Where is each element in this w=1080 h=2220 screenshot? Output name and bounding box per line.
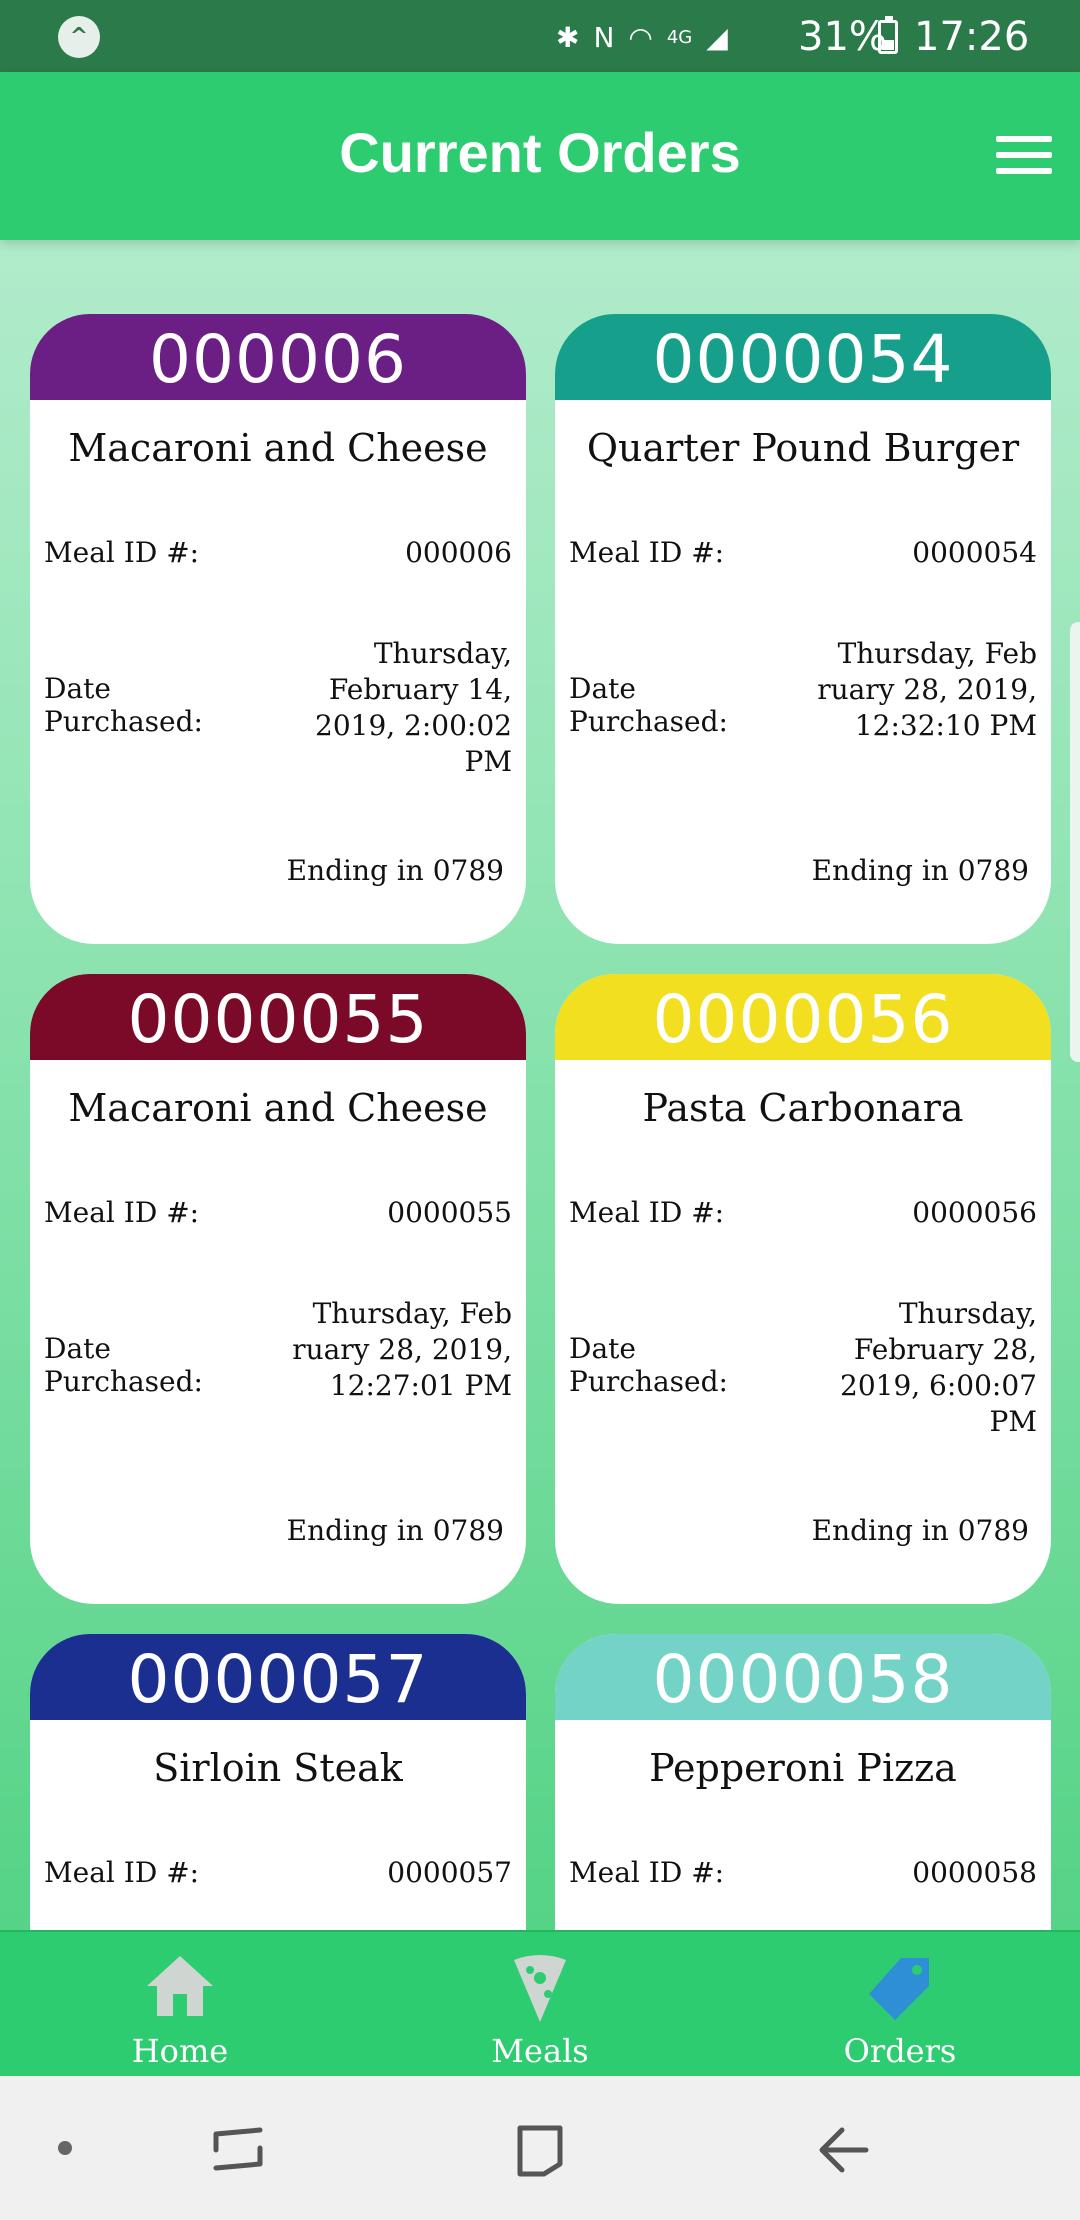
date-value: Thursday, Feb ruary 28, 2019, 12:27:01 P… [275, 1296, 512, 1404]
date-line: 12:27:01 PM [329, 1369, 512, 1402]
meal-id-label: Meal ID #: [44, 1196, 200, 1229]
date-value: Thursday, February 14, 2019, 2:00:02 PM [275, 636, 512, 780]
date-line: February 14, [328, 673, 512, 706]
system-navigation-bar [0, 2076, 1080, 2220]
date-line: ruary 28, 2019, [292, 1333, 512, 1366]
page-title: Current Orders [339, 121, 741, 184]
app-header: Current Orders [0, 72, 1080, 240]
meal-name: Sirloin Steak [153, 1746, 403, 1790]
back-icon[interactable] [816, 2124, 872, 2176]
clock: 17:26 [914, 14, 1030, 60]
meal-name: Macaroni and Cheese [68, 1086, 488, 1130]
orders-list[interactable]: 000006 Macaroni and Cheese Meal ID #: 00… [0, 240, 1080, 1930]
signal-icon: ◢ [706, 20, 728, 54]
order-card[interactable]: 0000057 Sirloin Steak Meal ID #: 0000057 [30, 1634, 526, 1930]
status-bar: ^ ✱ N ◠ 4G ◢ 31% 17:26 [0, 0, 1080, 72]
date-value: Thursday, February 28, 2019, 6:00:07 PM [800, 1296, 1037, 1440]
meal-id-value: 0000056 [912, 1196, 1037, 1229]
date-value: Thursday, Feb ruary 28, 2019, 12:32:10 P… [800, 636, 1037, 744]
nav-home-label: Home [131, 2032, 229, 2070]
bottom-navigation: Home Meals Orders [0, 1930, 1080, 2076]
wifi-icon: ◠ [628, 20, 653, 54]
card-ending: Ending in 0789 [811, 1514, 1029, 1547]
nav-orders-label: Orders [843, 2032, 957, 2070]
order-card[interactable]: 0000058 Pepperoni Pizza Meal ID #: 00000… [555, 1634, 1051, 1930]
meal-id-value: 0000055 [387, 1196, 512, 1229]
nav-meals[interactable]: Meals [360, 1932, 720, 2078]
date-label: Date Purchased: [44, 672, 203, 738]
recent-apps-icon[interactable] [212, 2124, 264, 2176]
bluetooth-icon: ✱ [556, 20, 580, 54]
meal-id-label: Meal ID #: [44, 536, 200, 569]
scroll-indicator[interactable] [1070, 622, 1080, 1062]
date-label: Date Purchased: [569, 672, 728, 738]
order-card[interactable]: 0000054 Quarter Pound Burger Meal ID #: … [555, 314, 1051, 944]
nav-home[interactable]: Home [0, 1932, 360, 2078]
meal-id-label: Meal ID #: [569, 1856, 725, 1889]
nav-orders[interactable]: Orders [720, 1932, 1080, 2078]
meal-name: Macaroni and Cheese [68, 426, 488, 470]
order-number: 0000055 [30, 974, 526, 1060]
order-card[interactable]: 000006 Macaroni and Cheese Meal ID #: 00… [30, 314, 526, 944]
meal-id-value: 0000054 [912, 536, 1037, 569]
system-icons: ✱ N ◠ 4G ◢ [556, 18, 728, 56]
app-notification-icon: ^ [58, 16, 100, 58]
order-number: 000006 [30, 314, 526, 400]
order-number: 0000057 [30, 1634, 526, 1720]
battery-percent: 31% [798, 14, 887, 60]
nfc-icon: N [593, 20, 615, 54]
date-line: Thursday, Feb [312, 1297, 512, 1330]
tag-icon [869, 1958, 929, 2020]
order-card[interactable]: 0000056 Pasta Carbonara Meal ID #: 00000… [555, 974, 1051, 1604]
meal-id-label: Meal ID #: [569, 1196, 725, 1229]
date-line: 12:32:10 PM [854, 709, 1037, 742]
meal-id-label: Meal ID #: [569, 536, 725, 569]
date-label: Date Purchased: [44, 1332, 203, 1398]
hamburger-menu-icon[interactable] [996, 136, 1052, 176]
order-number: 0000056 [555, 974, 1051, 1060]
nav-dot-icon[interactable] [58, 2141, 72, 2155]
date-line: 2019, 6:00:07 PM [840, 1369, 1037, 1438]
order-card[interactable]: 0000055 Macaroni and Cheese Meal ID #: 0… [30, 974, 526, 1604]
date-line: 2019, 2:00:02 PM [315, 709, 512, 778]
meal-name: Pasta Carbonara [642, 1086, 964, 1130]
home-icon [147, 1956, 213, 2016]
nav-meals-label: Meals [491, 2032, 589, 2070]
battery-icon [878, 16, 898, 54]
date-line: Thursday, Feb [837, 637, 1037, 670]
card-ending: Ending in 0789 [286, 1514, 504, 1547]
home-button-icon[interactable] [514, 2122, 566, 2178]
meal-id-value: 000006 [405, 536, 512, 569]
date-line: February 28, [853, 1333, 1037, 1366]
meal-id-value: 0000058 [912, 1856, 1037, 1889]
card-ending: Ending in 0789 [811, 854, 1029, 887]
meal-name: Quarter Pound Burger [586, 426, 1020, 470]
date-line: Thursday, [373, 637, 512, 670]
date-label: Date Purchased: [569, 1332, 728, 1398]
date-line: ruary 28, 2019, [817, 673, 1037, 706]
card-ending: Ending in 0789 [286, 854, 504, 887]
meal-id-value: 0000057 [387, 1856, 512, 1889]
order-number: 0000058 [555, 1634, 1051, 1720]
meal-name: Pepperoni Pizza [649, 1746, 957, 1790]
pizza-icon [514, 1955, 566, 2022]
network-label: 4G [666, 26, 693, 48]
meal-id-label: Meal ID #: [44, 1856, 200, 1889]
date-line: Thursday, [898, 1297, 1037, 1330]
order-number: 0000054 [555, 314, 1051, 400]
